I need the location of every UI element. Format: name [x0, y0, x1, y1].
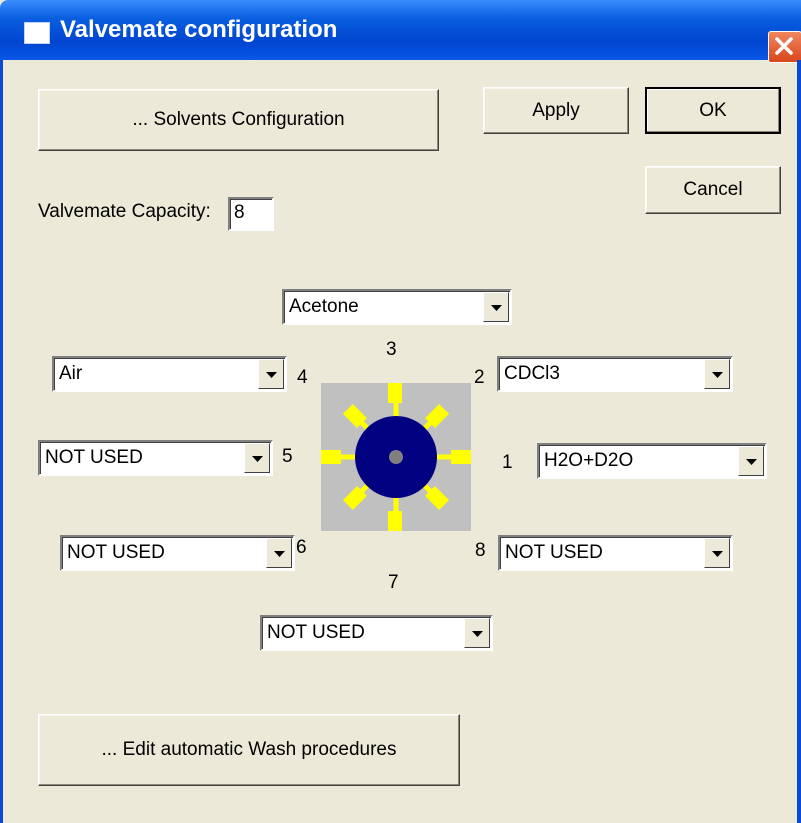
port-7-number: 7 [388, 572, 399, 593]
chevron-down-icon [712, 551, 723, 557]
close-button[interactable] [768, 31, 801, 63]
chevron-down-icon [252, 456, 263, 462]
edit-wash-procedures-button[interactable]: ... Edit automatic Wash procedures [38, 714, 460, 786]
port-8-number: 8 [475, 540, 486, 561]
port-3-dropdown-button[interactable] [483, 292, 509, 322]
solvents-configuration-button[interactable]: ... Solvents Configuration [38, 89, 439, 151]
port-1-dropdown-button[interactable] [738, 446, 764, 476]
port-1-number: 1 [502, 452, 513, 473]
port-5-solvent-value: NOT USED [45, 447, 143, 468]
port-4-number: 4 [297, 367, 308, 388]
port-3-number: 3 [386, 339, 397, 360]
port-3-solvent-value: Acetone [289, 296, 359, 317]
apply-label: Apply [532, 99, 580, 121]
port-6-solvent-value: NOT USED [67, 542, 165, 563]
port-8-dropdown-button[interactable] [704, 538, 730, 568]
apply-button[interactable]: Apply [483, 87, 629, 134]
port-1-solvent-value: H2O+D2O [544, 450, 634, 471]
chevron-down-icon [472, 631, 483, 637]
port-6-solvent-select[interactable]: NOT USED [60, 535, 295, 571]
solvents-configuration-label: ... Solvents Configuration [132, 109, 345, 130]
title-bar: Valvemate configuration [0, 0, 801, 60]
window-frame-left [0, 60, 3, 823]
ok-button[interactable]: OK [645, 87, 781, 134]
chevron-down-icon [274, 551, 285, 557]
port-4-solvent-select[interactable]: Air [52, 356, 287, 392]
window-title: Valvemate configuration [60, 16, 338, 43]
cancel-label: Cancel [683, 179, 743, 200]
port-5-number: 5 [282, 446, 293, 467]
valve-diagram [321, 383, 471, 531]
edit-wash-procedures-label: ... Edit automatic Wash procedures [101, 739, 397, 760]
chevron-down-icon [712, 372, 723, 378]
valvemate-capacity-label: Valvemate Capacity: [38, 201, 211, 222]
port-6-number: 6 [296, 537, 307, 558]
port-7-solvent-select[interactable]: NOT USED [260, 615, 493, 651]
port-8-solvent-select[interactable]: NOT USED [498, 535, 733, 571]
port-2-solvent-select[interactable]: CDCl3 [497, 356, 733, 392]
window-frame-right [797, 60, 801, 823]
window-icon [24, 22, 50, 44]
port-4-dropdown-button[interactable] [258, 359, 284, 389]
port-1-solvent-select[interactable]: H2O+D2O [537, 443, 767, 479]
port-2-dropdown-button[interactable] [704, 359, 730, 389]
port-6-dropdown-button[interactable] [266, 538, 292, 568]
chevron-down-icon [491, 305, 502, 311]
close-icon [775, 37, 793, 55]
port-2-number: 2 [474, 367, 485, 388]
port-5-solvent-select[interactable]: NOT USED [38, 440, 273, 476]
port-4-solvent-value: Air [59, 363, 83, 384]
ok-label: OK [699, 99, 727, 121]
chevron-down-icon [746, 459, 757, 465]
port-7-dropdown-button[interactable] [464, 618, 490, 648]
cancel-button[interactable]: Cancel [645, 166, 781, 214]
port-5-dropdown-button[interactable] [244, 443, 270, 473]
port-3-solvent-select[interactable]: Acetone [282, 289, 512, 325]
port-8-solvent-value: NOT USED [505, 542, 603, 563]
port-2-solvent-value: CDCl3 [504, 363, 560, 384]
valvemate-capacity-input[interactable]: 8 [228, 197, 274, 231]
port-7-solvent-value: NOT USED [267, 622, 365, 643]
chevron-down-icon [266, 372, 277, 378]
valve-icon [321, 383, 471, 531]
valvemate-configuration-window: Valvemate configuration ... Solvents Con… [0, 0, 801, 823]
